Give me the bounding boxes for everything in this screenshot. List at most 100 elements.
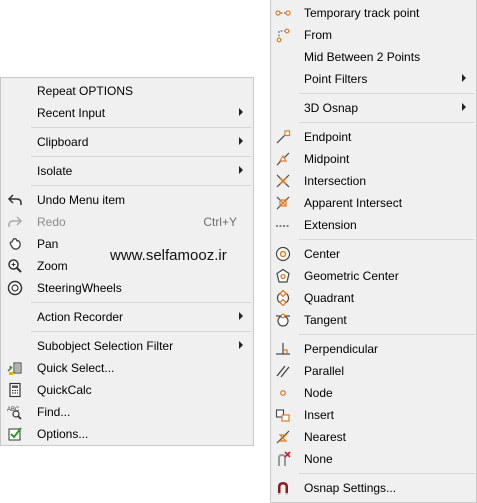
menu-item-label: Midpoint xyxy=(304,152,350,166)
submenu-arrow-icon xyxy=(239,108,243,116)
menu-separator xyxy=(31,156,251,157)
menu-item-intersection[interactable]: Intersection xyxy=(271,170,476,192)
menu-separator xyxy=(299,473,474,474)
menu-item-label: Perpendicular xyxy=(304,342,379,356)
menu-item-label: Action Recorder xyxy=(37,310,124,324)
menu-item-label: Intersection xyxy=(304,174,367,188)
apparent-intersect-icon xyxy=(276,196,290,210)
from-icon xyxy=(276,28,290,43)
menu-item-isolate[interactable]: Isolate xyxy=(1,160,253,182)
menu-item-label: Quick Select... xyxy=(37,361,115,375)
menu-item-label: Insert xyxy=(304,408,335,422)
menu-item-label: Clipboard xyxy=(37,135,89,149)
menu-item-label: Geometric Center xyxy=(304,269,399,283)
menu-item-midpoint[interactable]: Midpoint xyxy=(271,148,476,170)
menu-item-parallel[interactable]: Parallel xyxy=(271,360,476,382)
menu-item-perpendicular[interactable]: Perpendicular xyxy=(271,338,476,360)
menu-item-redo[interactable]: Redo Ctrl+Y xyxy=(1,211,253,233)
menu-item-quadrant[interactable]: Quadrant xyxy=(271,287,476,309)
submenu-arrow-icon xyxy=(239,312,243,320)
menu-item-label: Undo Menu item xyxy=(37,193,126,207)
menu-separator xyxy=(31,302,251,303)
tangent-icon xyxy=(276,313,290,327)
menu-item-tangent[interactable]: Tangent xyxy=(271,309,476,331)
menu-separator xyxy=(31,185,251,186)
menu-item-label: 3D Osnap xyxy=(304,101,359,115)
menu-item-find[interactable]: ABC Find... xyxy=(1,401,253,423)
menu-item-label: Subobject Selection Filter xyxy=(37,339,174,353)
menu-item-label: SteeringWheels xyxy=(37,281,122,295)
menu-item-label: Mid Between 2 Points xyxy=(304,50,421,64)
menu-item-point-filters[interactable]: Point Filters xyxy=(271,68,476,90)
menu-item-temporary-track-point[interactable]: Temporary track point xyxy=(271,2,476,24)
find-text-icon: ABC xyxy=(7,407,22,420)
menu-item-from[interactable]: From xyxy=(271,24,476,46)
menu-item-label: Apparent Intersect xyxy=(304,196,403,210)
menu-item-insert[interactable]: Insert xyxy=(271,404,476,426)
menu-item-label: Quadrant xyxy=(304,291,355,305)
menu-item-label: Extension xyxy=(304,218,357,232)
menu-item-nearest[interactable]: Nearest xyxy=(271,426,476,448)
midpoint-icon xyxy=(276,152,290,166)
submenu-arrow-icon xyxy=(239,341,243,349)
menu-item-center[interactable]: Center xyxy=(271,243,476,265)
menu-item-label: Node xyxy=(304,386,333,400)
menu-item-node[interactable]: Node xyxy=(271,382,476,404)
menu-separator xyxy=(299,239,474,240)
perpendicular-icon xyxy=(276,343,290,355)
temporary-track-point-icon xyxy=(275,10,291,16)
menu-item-none[interactable]: None xyxy=(271,448,476,470)
redo-icon xyxy=(8,216,23,227)
menu-item-quick-select[interactable]: Quick Select... xyxy=(1,357,253,379)
options-check-icon xyxy=(8,427,22,441)
menu-item-action-recorder[interactable]: Action Recorder xyxy=(1,306,253,328)
steering-wheel-icon xyxy=(7,280,23,296)
menu-item-label: Recent Input xyxy=(37,106,106,120)
menu-item-options[interactable]: Options... xyxy=(1,423,253,445)
menu-item-steeringwheels[interactable]: SteeringWheels xyxy=(1,277,253,299)
menu-item-repeat-options[interactable]: Repeat OPTIONS xyxy=(1,80,253,102)
menu-item-endpoint[interactable]: Endpoint xyxy=(271,126,476,148)
calculator-icon xyxy=(9,382,21,398)
extension-icon xyxy=(276,225,290,227)
menu-item-shortcut: Ctrl+Y xyxy=(203,215,237,229)
menu-item-label: Nearest xyxy=(304,430,347,444)
menu-item-label: Redo xyxy=(37,215,66,229)
menu-item-label: Parallel xyxy=(304,364,345,378)
menu-item-3d-osnap[interactable]: 3D Osnap xyxy=(271,97,476,119)
watermark-text: www.selfamooz.ir xyxy=(110,247,227,264)
menu-item-undo[interactable]: Undo Menu item xyxy=(1,189,253,211)
menu-item-recent-input[interactable]: Recent Input xyxy=(1,102,253,124)
menu-item-label: From xyxy=(304,28,332,42)
geometric-center-icon xyxy=(276,268,290,283)
submenu-arrow-icon xyxy=(239,166,243,174)
menu-separator xyxy=(299,93,474,94)
quick-select-icon xyxy=(7,362,22,375)
menu-item-label: Point Filters xyxy=(304,72,368,86)
menu-item-osnap-settings[interactable]: Osnap Settings... xyxy=(271,477,476,499)
menu-item-label: Temporary track point xyxy=(304,6,420,20)
menu-item-label: QuickCalc xyxy=(37,383,92,397)
submenu-arrow-icon xyxy=(239,137,243,145)
menu-item-label: Osnap Settings... xyxy=(304,481,397,495)
menu-item-geometric-center[interactable]: Geometric Center xyxy=(271,265,476,287)
menu-item-mid-between-2-points[interactable]: Mid Between 2 Points xyxy=(271,46,476,68)
zoom-icon xyxy=(8,259,22,273)
osnap-settings-icon xyxy=(278,482,288,495)
insert-icon xyxy=(275,409,290,422)
node-icon xyxy=(280,390,286,396)
menu-item-quickcalc[interactable]: QuickCalc xyxy=(1,379,253,401)
menu-item-subobject-selection-filter[interactable]: Subobject Selection Filter xyxy=(1,335,253,357)
endpoint-icon xyxy=(276,130,291,144)
context-menu-osnap: Temporary track point From Mid Between 2… xyxy=(270,0,477,503)
undo-icon xyxy=(7,194,22,205)
menu-item-clipboard[interactable]: Clipboard xyxy=(1,131,253,153)
parallel-icon xyxy=(276,365,290,378)
menu-item-apparent-intersect[interactable]: Apparent Intersect xyxy=(271,192,476,214)
nearest-icon xyxy=(276,430,290,444)
submenu-arrow-icon xyxy=(462,74,466,82)
pan-icon xyxy=(9,238,21,250)
menu-separator xyxy=(299,334,474,335)
menu-item-label: Pan xyxy=(37,237,59,251)
menu-item-extension[interactable]: Extension xyxy=(271,214,476,236)
